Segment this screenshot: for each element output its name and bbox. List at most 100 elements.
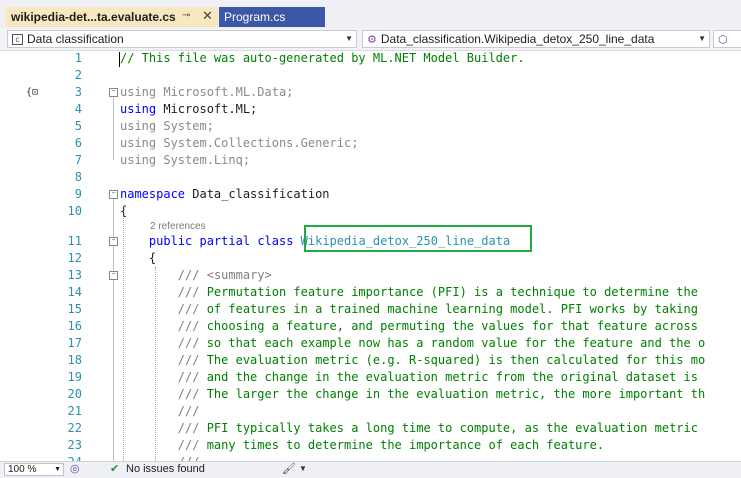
code-token: /// — [177, 319, 200, 333]
line-number: 11 — [67, 234, 82, 248]
code-line: 1 // This file was auto-generated by ML.… — [0, 51, 741, 67]
code-line: 8 — [0, 169, 741, 186]
codelens-references[interactable]: 2 references — [150, 221, 206, 232]
member-dropdown[interactable]: ⬡ — [713, 30, 741, 48]
line-number: 19 — [67, 370, 82, 384]
project-dropdown-value: Data classification — [27, 32, 124, 46]
code-editor[interactable]: {⊡ 1 // This file was auto-generated by … — [0, 51, 741, 461]
code-text: /// — [120, 454, 200, 461]
zoom-value: 100 % — [8, 464, 37, 475]
dropdown-arrow-icon: ▼ — [54, 466, 61, 473]
line-number: 15 — [67, 302, 82, 316]
line-number: 22 — [67, 421, 82, 435]
code-line: 17 /// so that each example now has a ra… — [0, 335, 741, 352]
code-text: using System.Linq; — [120, 153, 251, 167]
code-text: /// — [120, 404, 200, 418]
code-line: 20 /// The larger the change in the eval… — [0, 386, 741, 403]
project-dropdown[interactable]: c Data classification ▼ — [7, 30, 357, 48]
code-line: 5 using System; — [0, 118, 741, 135]
collapse-icon[interactable]: − — [109, 88, 118, 97]
code-text: /// so that each example now has a rando… — [177, 336, 706, 350]
collapse-icon[interactable]: − — [109, 271, 118, 280]
code-line: 3 − using Microsoft.ML.Data; — [0, 84, 741, 101]
code-text: using System; — [120, 119, 214, 133]
code-text: /// of features in a trained machine lea… — [177, 302, 698, 316]
code-text: using Microsoft.ML.Data; — [120, 85, 294, 99]
code-text: /// Permutation feature importance (PFI)… — [177, 285, 698, 299]
code-token: /// — [177, 421, 200, 435]
code-text: using System.Collections.Generic; — [120, 136, 359, 150]
dropdown-arrow-icon[interactable]: ▼ — [299, 462, 307, 476]
code-text: // This file was auto-generated by ML.NE… — [120, 51, 525, 65]
tab-program[interactable]: Program.cs — [219, 7, 325, 27]
code-line: 13 − /// <summary> — [0, 267, 741, 284]
line-number: 17 — [67, 336, 82, 350]
code-token: /// — [177, 387, 200, 401]
code-line: 4 using Microsoft.ML; — [0, 101, 741, 118]
type-dropdown-value: Data_classification.Wikipedia_detox_250_… — [380, 32, 655, 46]
code-text: using Microsoft.ML; — [120, 102, 258, 116]
collapse-icon[interactable]: − — [109, 237, 118, 246]
code-line: 10 { — [0, 203, 741, 220]
code-token: /// — [177, 302, 200, 316]
code-text: { — [120, 204, 128, 218]
code-text: /// PFI typically takes a long time to c… — [177, 421, 698, 435]
code-text: /// many times to determine the importan… — [177, 438, 605, 452]
code-token: using — [120, 102, 157, 116]
close-icon[interactable]: ✕ — [202, 8, 213, 24]
code-text: /// The evaluation metric (e.g. R-square… — [177, 353, 706, 367]
code-text: { — [120, 251, 157, 265]
line-number: 4 — [74, 102, 82, 116]
line-number: 16 — [67, 319, 82, 333]
collapse-icon[interactable]: − — [109, 190, 118, 199]
brush-icon[interactable]: 🖌 — [282, 462, 296, 476]
line-number: 3 — [74, 85, 82, 99]
pin-icon[interactable]: ⊸ — [182, 10, 190, 21]
dropdown-arrow-icon: ▼ — [345, 34, 353, 43]
code-text: /// and the change in the evaluation met… — [177, 370, 698, 384]
code-line: 24 /// — [0, 454, 741, 461]
line-number: 20 — [67, 387, 82, 401]
code-token: /// — [177, 285, 200, 299]
line-number: 18 — [67, 353, 82, 367]
document-tab-bar: wikipedia-det...ta.evaluate.cs ⊸ ✕ Progr… — [0, 0, 741, 28]
line-number: 2 — [74, 68, 82, 82]
line-number: 1 — [74, 51, 82, 65]
tab-title: wikipedia-det...ta.evaluate.cs — [11, 10, 176, 24]
code-token: class — [257, 234, 294, 248]
code-line: 22 /// PFI typically takes a long time t… — [0, 420, 741, 437]
code-line: 16 /// choosing a feature, and permuting… — [0, 318, 741, 335]
line-number: 24 — [40, 454, 82, 461]
issues-ok-icon[interactable]: ✔ — [110, 462, 119, 476]
code-token: /// — [177, 438, 200, 452]
code-line: 2 — [0, 67, 741, 84]
code-text: /// <summary> — [120, 267, 272, 284]
code-token: /// — [177, 268, 200, 282]
tab-wikipedia-evaluate[interactable]: wikipedia-det...ta.evaluate.cs ⊸ ✕ — [5, 7, 218, 27]
line-number: 7 — [74, 153, 82, 167]
member-cube-icon: ⬡ — [718, 33, 728, 46]
code-line: 18 /// The evaluation metric (e.g. R-squ… — [0, 352, 741, 369]
namespace-icon: c — [12, 33, 23, 45]
code-token: partial — [199, 234, 251, 248]
class-name-highlight — [304, 225, 532, 252]
type-dropdown[interactable]: ⚙ Data_classification.Wikipedia_detox_25… — [362, 30, 710, 48]
line-number: 6 — [74, 136, 82, 150]
line-number: 21 — [67, 404, 82, 418]
code-line: 21 /// — [0, 403, 741, 420]
zoom-dropdown[interactable]: 100 % ▼ — [4, 463, 64, 476]
issues-status[interactable]: No issues found — [126, 462, 205, 477]
line-number: 8 — [74, 170, 82, 184]
line-number: 13 — [67, 268, 82, 282]
line-number: 10 — [67, 204, 82, 218]
code-token: namespace — [120, 187, 186, 201]
code-token: /// — [177, 336, 200, 350]
line-number: 14 — [67, 285, 82, 299]
code-line: 7 using System.Linq; — [0, 152, 741, 169]
status-bar: 100 % ▼ ◎ ✔ No issues found 🖌 ▼ — [0, 461, 741, 478]
copilot-icon[interactable]: ◎ — [70, 462, 80, 476]
code-line: 6 using System.Collections.Generic; — [0, 135, 741, 152]
code-line: 23 /// many times to determine the impor… — [0, 437, 741, 454]
code-line: 19 /// and the change in the evaluation … — [0, 369, 741, 386]
line-number: 12 — [67, 251, 82, 265]
